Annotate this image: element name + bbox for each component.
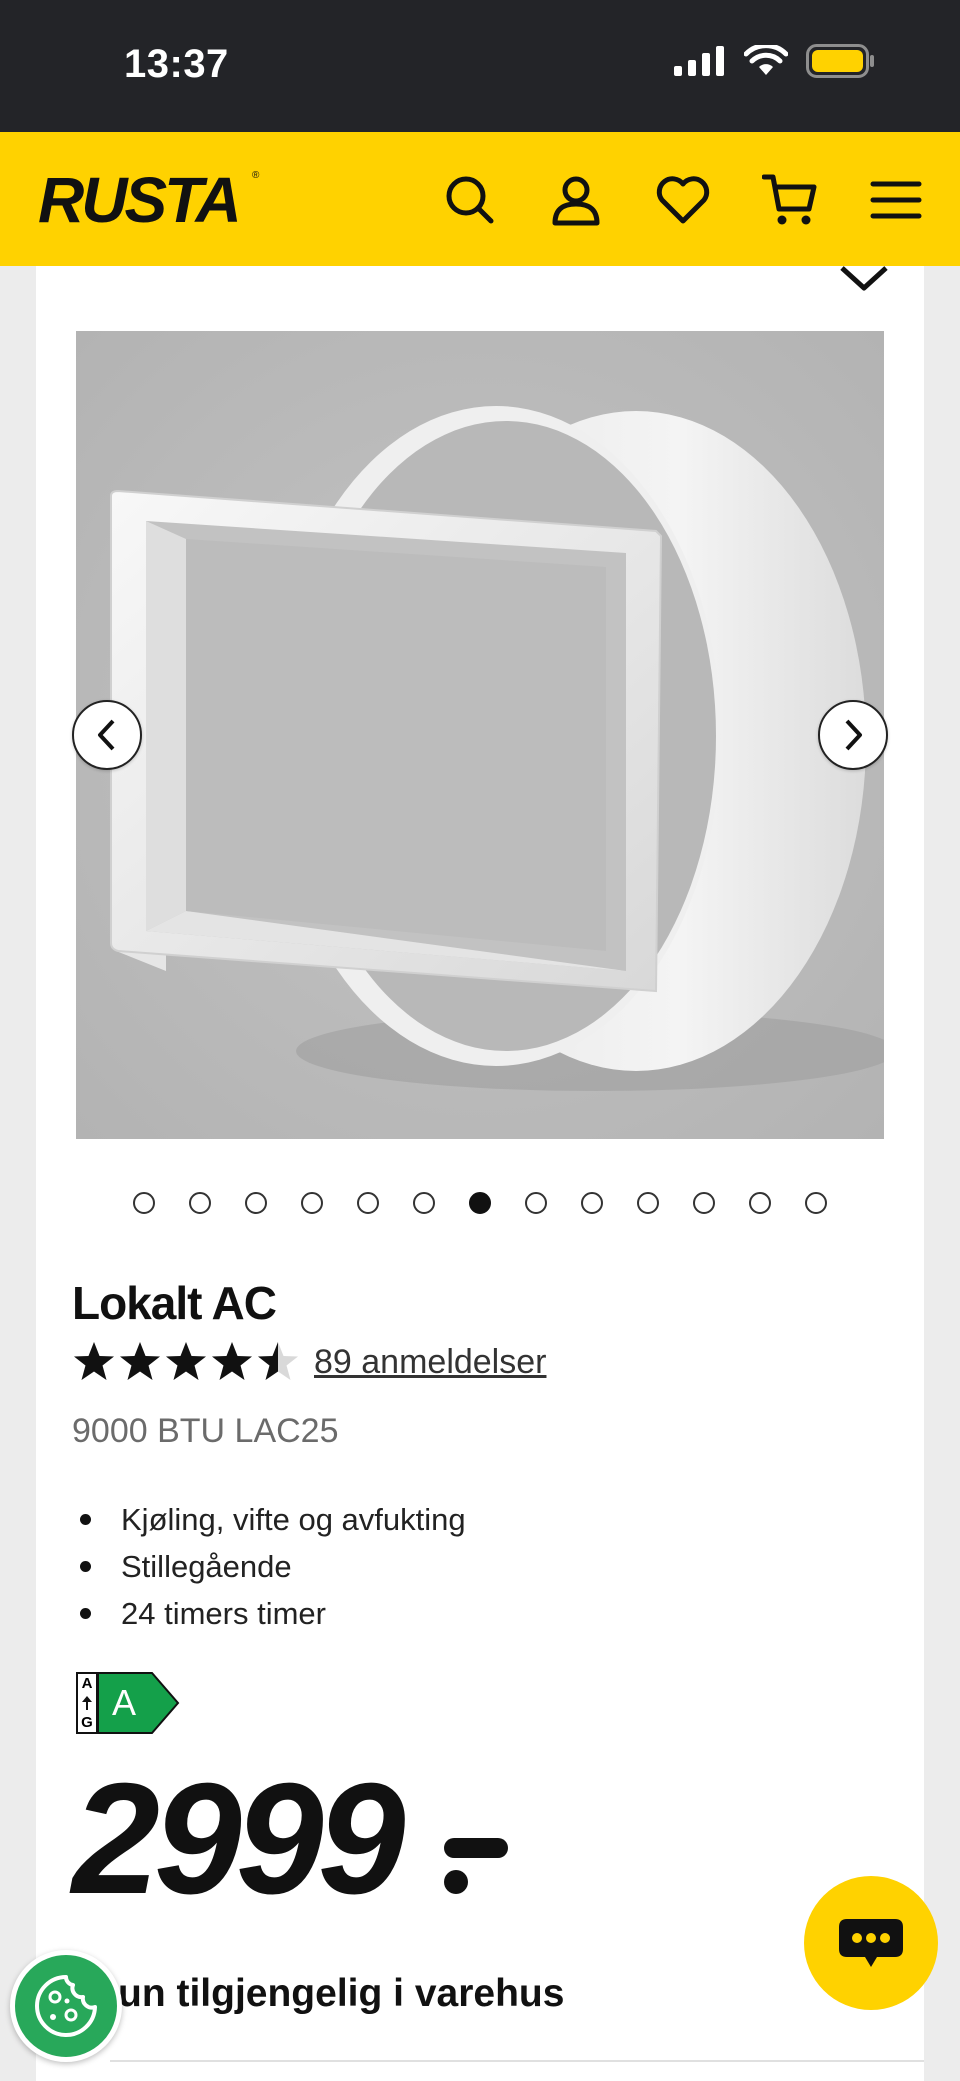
gallery-dot[interactable] xyxy=(245,1192,267,1214)
gallery-next-button[interactable] xyxy=(818,700,888,770)
cart-icon[interactable] xyxy=(760,170,820,230)
chat-button[interactable] xyxy=(804,1876,938,2010)
user-icon[interactable] xyxy=(546,170,606,230)
star-icon xyxy=(258,1342,298,1380)
svg-text:RUSTA: RUSTA xyxy=(38,164,239,236)
product-subtitle: 9000 BTU LAC25 xyxy=(72,1412,339,1450)
energy-scale-bottom: G xyxy=(81,1714,93,1731)
heart-icon[interactable] xyxy=(653,170,713,230)
feature-item: Stillegående xyxy=(72,1543,466,1590)
gallery-dot[interactable] xyxy=(189,1192,211,1214)
gallery-dot[interactable] xyxy=(749,1192,771,1214)
gallery-dot[interactable] xyxy=(357,1192,379,1214)
price-dot xyxy=(444,1870,468,1894)
star-icon xyxy=(120,1342,160,1380)
site-header: RUSTA ® xyxy=(0,132,960,266)
gallery-dot[interactable] xyxy=(469,1192,491,1214)
reviews-link[interactable]: 89 anmeldelser xyxy=(314,1343,546,1382)
divider xyxy=(110,2060,924,2081)
feature-item: Kjøling, vifte og avfukting xyxy=(72,1496,466,1543)
product-image[interactable] xyxy=(76,331,884,1139)
energy-class-badge: A xyxy=(98,1672,180,1734)
status-bar: 13:37 xyxy=(0,0,960,132)
search-icon[interactable] xyxy=(440,170,500,230)
menu-icon[interactable] xyxy=(866,170,926,230)
rating-stars xyxy=(72,1340,300,1384)
feature-list: Kjøling, vifte og avfukting Stillegående 2… xyxy=(72,1496,466,1637)
gallery-dot[interactable] xyxy=(525,1192,547,1214)
gallery-dot[interactable] xyxy=(637,1192,659,1214)
status-icons xyxy=(674,44,876,78)
cookie-icon xyxy=(35,1975,97,2037)
product-rating: 89 anmeldelser xyxy=(72,1340,546,1384)
chevron-right-icon xyxy=(845,719,862,751)
arrow-up-icon xyxy=(82,1696,92,1710)
gallery-dot[interactable] xyxy=(133,1192,155,1214)
energy-scale-top: A xyxy=(81,1675,93,1692)
product-price: 2999 xyxy=(72,1751,405,1927)
price-dash xyxy=(444,1838,508,1858)
gallery-dot[interactable] xyxy=(581,1192,603,1214)
gallery-prev-button[interactable] xyxy=(72,700,142,770)
star-icon xyxy=(212,1342,252,1380)
gallery-pagination xyxy=(0,1192,960,1214)
svg-text:®: ® xyxy=(252,170,260,181)
gallery-dot[interactable] xyxy=(693,1192,715,1214)
product-photo xyxy=(76,331,884,1139)
battery-icon xyxy=(806,44,874,78)
star-icon xyxy=(74,1342,114,1380)
signal-icon xyxy=(674,46,724,76)
gallery-dot[interactable] xyxy=(301,1192,323,1214)
gallery-dot[interactable] xyxy=(413,1192,435,1214)
energy-scale: A G xyxy=(76,1672,98,1734)
product-title: Lokalt AC xyxy=(72,1277,277,1329)
wifi-icon xyxy=(744,45,788,75)
availability-text: un tilgjengelig i varehus xyxy=(118,1972,565,2015)
star-icon xyxy=(166,1342,206,1380)
chat-icon xyxy=(839,1919,903,1967)
status-time: 13:37 xyxy=(124,42,229,86)
chevron-down-icon[interactable] xyxy=(838,262,890,292)
energy-label[interactable]: A G A xyxy=(76,1672,180,1734)
feature-item: 24 timers timer xyxy=(72,1590,466,1637)
chevron-left-icon xyxy=(98,719,115,751)
cookie-settings-button[interactable] xyxy=(10,1950,122,2062)
energy-class-value: A xyxy=(112,1682,137,1723)
rusta-logo[interactable]: RUSTA ® xyxy=(36,160,266,241)
gallery-dot[interactable] xyxy=(805,1192,827,1214)
